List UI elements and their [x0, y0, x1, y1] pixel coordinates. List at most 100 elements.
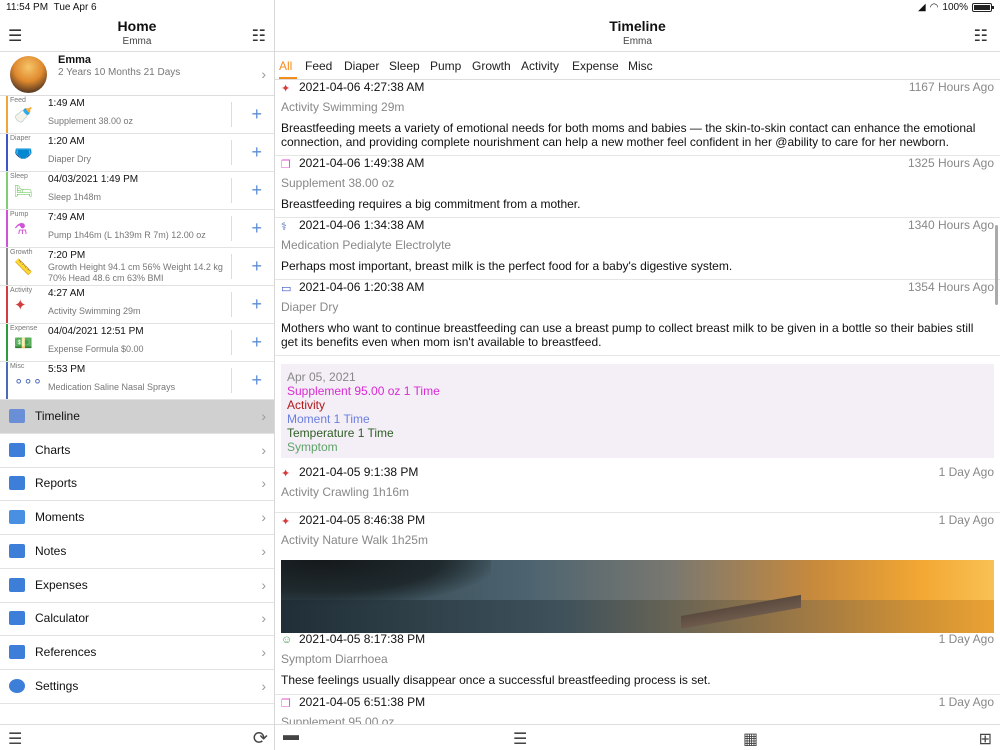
add-feed-button[interactable]: +	[251, 104, 262, 125]
divider	[231, 292, 232, 317]
timeline-entry[interactable]: ✦ 2021-04-06 4:27:38 AM 1167 Hours Ago Acti…	[275, 80, 1000, 156]
divider	[231, 140, 232, 165]
tab-growth[interactable]: Growth	[472, 59, 511, 73]
list-icon[interactable]: ☰	[513, 729, 527, 749]
battery-percent: 100%	[942, 2, 968, 13]
entry-date: 2021-04-06 1:34:38 AM	[299, 218, 425, 232]
menu-item-charts[interactable]: Charts ›	[0, 434, 274, 468]
chevron-right-icon: ›	[261, 576, 266, 593]
category-color-bar	[6, 248, 8, 285]
timeline-subtitle: Emma	[623, 36, 652, 47]
menu-item-timeline[interactable]: Timeline ›	[0, 400, 274, 434]
chevron-right-icon: ›	[261, 677, 266, 694]
summary-row-diaper[interactable]: Diaper 🩲 1:20 AM Diaper Dry +	[0, 134, 274, 172]
add-expense-button[interactable]: +	[251, 332, 262, 353]
minus-icon[interactable]: ▬	[283, 727, 299, 745]
status-time: 11:54 PM Tue Apr 6	[6, 2, 97, 13]
menu-item-calculator[interactable]: Calculator ›	[0, 602, 274, 637]
expenses-icon	[9, 577, 25, 592]
home-nav-bar: ☰ Home Emma ☷	[0, 14, 274, 52]
tab-expense[interactable]: Expense	[572, 59, 619, 73]
divider	[231, 102, 232, 127]
timeline-entry[interactable]: ❐ 2021-04-05 6:51:38 PM 1 Day Ago Supplemen…	[275, 695, 1000, 724]
add-pump-button[interactable]: +	[251, 218, 262, 239]
divider	[231, 368, 232, 393]
refresh-icon[interactable]: ⟳	[253, 728, 268, 749]
entry-summary: Activity Nature Walk 1h25m	[281, 533, 428, 547]
menu-item-label: Notes	[35, 543, 67, 558]
tab-all[interactable]: All	[279, 59, 292, 73]
tab-sleep[interactable]: Sleep	[389, 59, 420, 73]
timeline-entry[interactable]: ⚕ 2021-04-06 1:34:38 AM 1340 Hours Ago Medi…	[275, 218, 1000, 280]
calendar-icon[interactable]: ▦	[743, 729, 758, 749]
add-activity-button[interactable]: +	[251, 294, 262, 315]
menu-icon[interactable]: ☷	[974, 26, 988, 46]
moment-photo[interactable]	[281, 560, 994, 633]
entry-summary: Activity Swimming 29m	[281, 100, 405, 114]
tab-misc[interactable]: Misc	[628, 59, 653, 73]
menu-item-moments[interactable]: Moments ›	[0, 501, 274, 536]
entry-summary: Supplement 38.00 oz	[281, 176, 395, 190]
timeline-entry[interactable]: ▭ 2021-04-06 1:20:38 AM 1354 Hours Ago Diap…	[275, 280, 1000, 356]
entry-summary: Diaper Dry	[281, 300, 339, 314]
menu-item-expenses[interactable]: Expenses ›	[0, 569, 274, 603]
feed-icon: 🍼	[14, 107, 33, 124]
category-label: Sleep	[10, 173, 28, 180]
summary-row-feed[interactable]: Feed 🍼 1:49 AM Supplement 38.00 oz +	[0, 96, 274, 134]
scrollbar[interactable]	[995, 225, 998, 305]
chevron-right-icon: ›	[261, 509, 266, 526]
entry-date: 2021-04-05 8:46:38 PM	[299, 513, 426, 527]
category-color-bar	[6, 172, 8, 209]
status-right: ◢ ◠ 100%	[918, 2, 994, 13]
grid-icon[interactable]: ⊞	[979, 729, 992, 749]
summary-time: 1:49 AM	[48, 98, 85, 109]
home-subtitle: Emma	[122, 36, 152, 47]
summary-time: 7:20 PM	[48, 250, 86, 261]
tab-activity[interactable]: Activity	[521, 59, 559, 73]
timeline-entry[interactable]: ✦ 2021-04-05 8:46:38 PM 1 Day Ago Activity …	[275, 513, 1000, 561]
entry-icon: ❐	[281, 159, 291, 171]
menu-item-settings[interactable]: Settings ›	[0, 670, 274, 704]
summary-row-growth[interactable]: Growth 📏 7:20 PM Growth Height 94.1 cm 56% …	[0, 248, 274, 286]
add-growth-button[interactable]: +	[251, 256, 262, 277]
timeline-feed[interactable]: ✦ 2021-04-06 4:27:38 AM 1167 Hours Ago Acti…	[275, 80, 1000, 724]
timeline-entry[interactable]: ❐ 2021-04-06 1:49:38 AM 1325 Hours Ago Supp…	[275, 156, 1000, 218]
tab-diaper[interactable]: Diaper	[344, 59, 379, 73]
tab-feed[interactable]: Feed	[305, 59, 332, 73]
tab-pump[interactable]: Pump	[430, 59, 461, 73]
entry-ago: 1 Day Ago	[938, 632, 994, 646]
summary-row-activity[interactable]: Activity ✦ 4:27 AM Activity Swimming 29m +	[0, 286, 274, 324]
timeline-icon	[9, 409, 25, 423]
summary-row-expense[interactable]: Expense 💵 04/04/2021 12:51 PM Expense Formu…	[0, 324, 274, 362]
chevron-right-icon: ›	[261, 475, 266, 492]
summary-row-sleep[interactable]: Sleep 🛏 04/03/2021 1:49 PM Sleep 1h48m +	[0, 172, 274, 210]
chevron-right-icon: ›	[261, 542, 266, 559]
summary-time: 7:49 AM	[48, 212, 85, 223]
list-icon[interactable]: ☰	[8, 729, 22, 749]
menu-icon[interactable]: ☷	[252, 26, 266, 46]
summary-time: 4:27 AM	[48, 288, 85, 299]
timeline-entry[interactable]: ✦ 2021-04-05 9:1:38 PM 1 Day Ago Activity C…	[275, 465, 1000, 513]
sleep-icon: 🛏	[14, 183, 34, 200]
moments-icon	[9, 510, 25, 525]
left-toolbar: ☰ ⟳	[0, 724, 274, 750]
chevron-right-icon: ›	[261, 441, 266, 458]
add-diaper-button[interactable]: +	[251, 142, 262, 163]
menu-item-notes[interactable]: Notes ›	[0, 535, 274, 569]
entry-ago: 1 Day Ago	[938, 695, 994, 709]
timeline-entry[interactable]: ☺ 2021-04-05 8:17:38 PM 1 Day Ago Symptom D…	[275, 632, 1000, 695]
summary-row-pump[interactable]: Pump ⚗ 7:49 AM Pump 1h46m (L 1h39m R 7m) 12…	[0, 210, 274, 248]
avatar	[10, 56, 47, 93]
profile-row[interactable]: Emma 2 Years 10 Months 21 Days ›	[0, 52, 274, 96]
entry-icon: ⚕	[281, 221, 287, 233]
menu-item-reports[interactable]: Reports ›	[0, 467, 274, 502]
category-label: Expense	[10, 325, 38, 332]
menu-item-references[interactable]: References ›	[0, 636, 274, 670]
reports-icon	[9, 476, 25, 491]
day-summary[interactable]: Apr 05, 2021 Supplement 95.00 oz 1 Time …	[281, 364, 994, 458]
add-sleep-button[interactable]: +	[251, 180, 262, 201]
add-misc-button[interactable]: +	[251, 370, 262, 391]
summary-time: 1:20 AM	[48, 136, 85, 147]
wifi-icon: ◠	[929, 2, 939, 13]
summary-row-misc[interactable]: Misc ∘∘∘ 5:53 PM Medication Saline Nasal Sp…	[0, 362, 274, 400]
